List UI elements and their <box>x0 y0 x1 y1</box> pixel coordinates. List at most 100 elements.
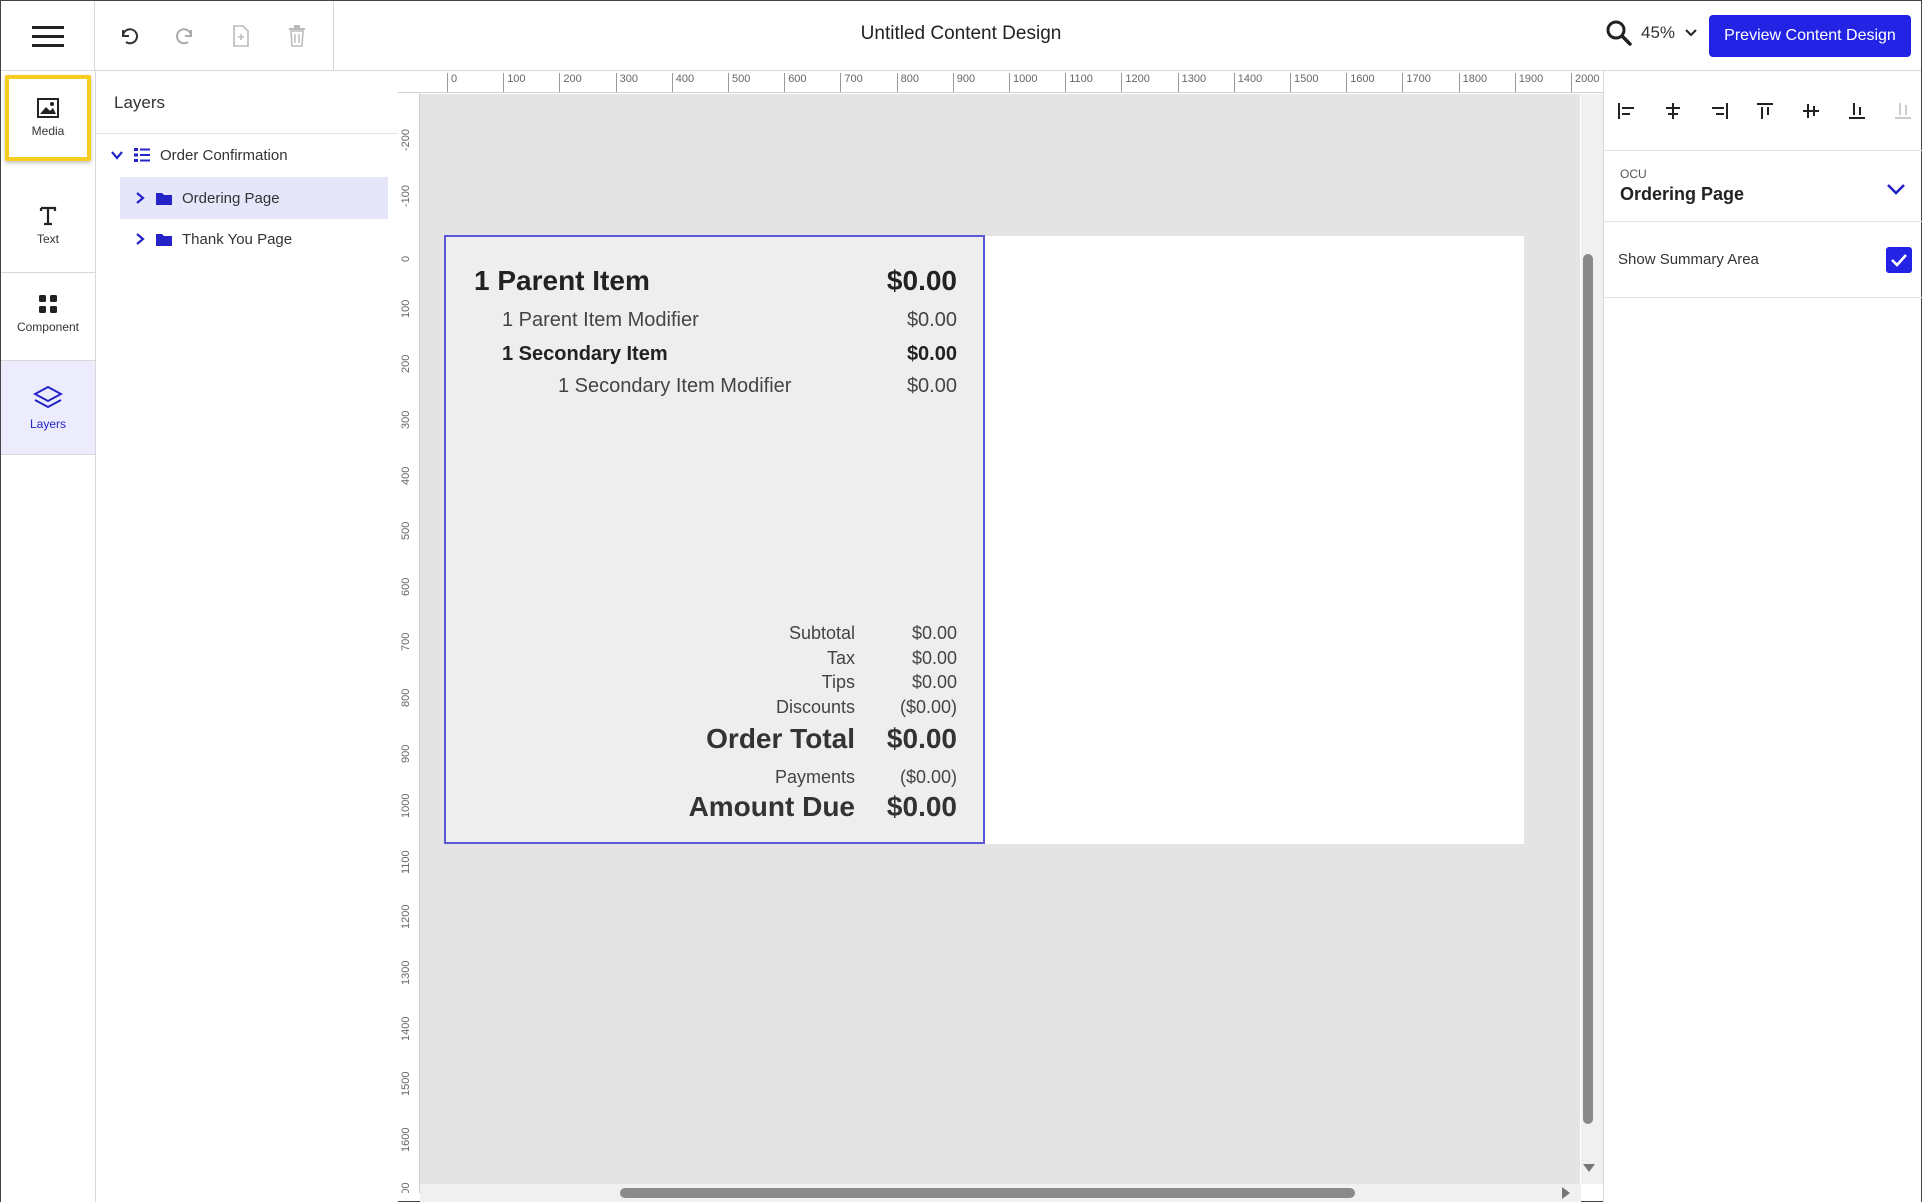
ruler-tick-label: 1100 <box>1065 73 1093 92</box>
tree-item-ordering-page[interactable]: Ordering Page <box>120 177 388 219</box>
align-left-icon <box>1618 102 1634 119</box>
total-label: Subtotal <box>788 623 855 643</box>
order-total-label: Order Total <box>706 723 855 754</box>
align-vertical-center-icon <box>1803 103 1819 118</box>
rail-item-layers[interactable]: Layers <box>1 361 95 455</box>
horizontal-ruler: 0 100 200 300 400 500 600 700 800 900 1000 1100 1200… <box>417 71 1603 93</box>
ruler-tick-label: 600 <box>400 577 412 596</box>
alignment-toolbar <box>1604 71 1922 151</box>
total-label: Tax <box>826 648 855 668</box>
properties-panel: OCU Ordering Page Show Summary Area <box>1603 71 1922 1202</box>
horizontal-scrollbar[interactable] <box>420 1184 1581 1202</box>
ruler-tick-label: 1200 <box>400 904 412 930</box>
search-icon[interactable] <box>1605 19 1633 47</box>
ruler-tick-label: 700 <box>840 73 863 92</box>
rail-label-component: Component <box>16 319 80 334</box>
distribute-icon <box>1895 102 1911 119</box>
show-summary-label: Show Summary Area <box>1618 251 1759 268</box>
ruler-tick-label: 100 <box>400 299 412 318</box>
ruler-tick-label: 800 <box>896 73 919 92</box>
align-bottom-icon <box>1849 102 1865 119</box>
scroll-down-arrow-icon[interactable] <box>1583 1164 1595 1172</box>
ruler-tick-label: 2000 <box>1571 73 1599 92</box>
order-total-value: $0.00 <box>886 723 957 754</box>
chevron-down-icon[interactable] <box>1884 177 1908 201</box>
ruler-tick-label: 1600 <box>1346 73 1375 92</box>
divider <box>1604 221 1922 222</box>
ruler-tick-label: -200 <box>400 128 412 151</box>
ruler-tick-label: 1700 <box>400 1183 412 1193</box>
ruler-tick-label: 1000 <box>400 793 412 819</box>
order-summary-area[interactable]: 1 Parent Item $0.00 1 Parent Item Modifi… <box>444 235 985 844</box>
ruler-tick-label: -100 <box>400 184 412 207</box>
ruler-tick-label: 1400 <box>400 1016 412 1041</box>
align-middle-button[interactable] <box>1798 98 1824 124</box>
layers-panel-title: Layers <box>114 93 166 112</box>
item-label: 1 Parent Item <box>474 265 650 296</box>
align-bottom-button[interactable] <box>1844 98 1870 124</box>
item-price: $0.00 <box>906 309 957 331</box>
align-right-button[interactable] <box>1706 98 1732 124</box>
total-value: $0.00 <box>911 672 957 692</box>
preview-button[interactable]: Preview Content Design <box>1709 15 1911 57</box>
align-top-icon <box>1757 102 1773 119</box>
align-center-button[interactable] <box>1660 98 1686 124</box>
total-value: $0.00 <box>911 648 957 668</box>
ruler-tick-label: 1100 <box>400 850 412 874</box>
ruler-tick-label: 1200 <box>1121 73 1150 92</box>
scrollbar-thumb[interactable] <box>1583 254 1593 1124</box>
rail-item-media[interactable]: Media <box>5 75 91 161</box>
align-top-button[interactable] <box>1752 98 1778 124</box>
folder-icon <box>156 192 172 205</box>
folder-icon <box>156 233 172 246</box>
zoom-level: 45% <box>1641 23 1676 42</box>
ruler-tick-label: 300 <box>615 73 638 92</box>
ruler-tick-label: 1000 <box>1009 73 1037 92</box>
layers-panel: Layers Order Confirmation Ordering Page … <box>96 71 398 1202</box>
ruler-tick-label: 300 <box>400 410 412 429</box>
vertical-ruler: -200 -100 0 100 200 300 400 500 600 700 800 900 1000… <box>398 93 420 1193</box>
ruler-tick-label: 500 <box>728 73 750 92</box>
rail-item-component[interactable]: Component <box>1 267 95 361</box>
list-component-icon <box>134 148 150 162</box>
divider <box>96 133 398 134</box>
tree-item-thank-you-page[interactable]: Thank You Page <box>120 219 292 259</box>
ruler-tick-label: 700 <box>400 633 412 652</box>
tree-label: Order Confirmation <box>160 146 288 164</box>
element-type-label: OCU <box>1620 167 1647 181</box>
total-value: ($0.00) <box>899 767 957 787</box>
chevron-right-icon[interactable] <box>134 191 146 205</box>
ruler-tick-label: 1800 <box>1458 73 1487 92</box>
amount-due-label: Amount Due <box>688 791 855 822</box>
item-price: $0.00 <box>886 265 957 296</box>
total-value: ($0.00) <box>899 697 957 717</box>
total-label: Payments <box>774 767 855 787</box>
show-summary-checkbox[interactable] <box>1886 247 1912 273</box>
amount-due-value: $0.00 <box>886 791 957 822</box>
app-window: Untitled Content Design 45% Preview Cont… <box>0 0 1922 1202</box>
scrollbar-thumb[interactable] <box>620 1188 1355 1198</box>
rail-item-text[interactable]: Text <box>1 179 95 273</box>
chevron-down-icon[interactable] <box>110 148 124 162</box>
item-label: 1 Secondary Item Modifier <box>558 375 792 397</box>
ruler-tick-label: 400 <box>400 466 412 485</box>
tree-item-order-confirmation[interactable]: Order Confirmation <box>110 135 288 175</box>
tool-rail: Media Text Component Layers <box>1 71 96 1202</box>
rail-label-media: Media <box>31 124 65 138</box>
scroll-right-arrow-icon[interactable] <box>1562 1187 1570 1199</box>
distribute-button[interactable] <box>1890 98 1916 124</box>
total-label: Tips <box>821 672 855 692</box>
zoom-control[interactable]: 45% <box>1605 19 1699 47</box>
chevron-right-icon[interactable] <box>134 232 146 246</box>
layers-icon <box>33 385 63 408</box>
vertical-scrollbar[interactable] <box>1581 94 1603 1184</box>
selected-element-name: Ordering Page <box>1620 184 1745 204</box>
align-left-button[interactable] <box>1614 98 1640 124</box>
ruler-corner <box>398 71 417 93</box>
image-icon <box>37 98 59 118</box>
ruler-tick-label: 0 <box>447 73 457 92</box>
design-canvas[interactable]: 1 Parent Item $0.00 1 Parent Item Modifi… <box>420 94 1580 1184</box>
ruler-tick-label: 900 <box>400 744 412 763</box>
document-title[interactable]: Untitled Content Design <box>861 23 1062 45</box>
item-price: $0.00 <box>906 343 957 365</box>
